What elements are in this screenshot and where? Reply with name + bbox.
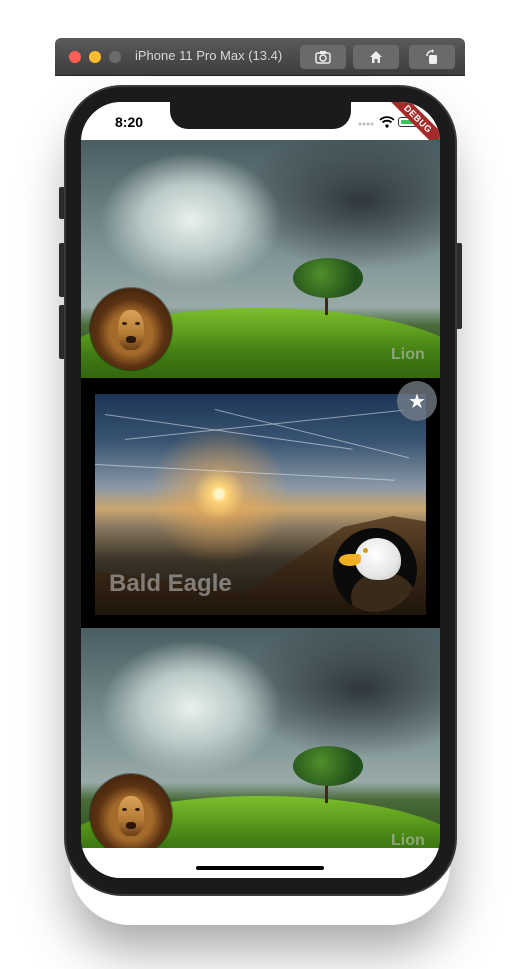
tree-crown bbox=[293, 258, 363, 298]
camera-icon bbox=[315, 51, 331, 64]
home-icon bbox=[370, 51, 382, 63]
simulator-toolbar: iPhone 11 Pro Max (13.4) bbox=[55, 38, 465, 75]
rotate-button[interactable] bbox=[409, 45, 455, 69]
lion-avatar bbox=[90, 288, 172, 370]
status-time: 8:20 bbox=[115, 114, 144, 130]
favorite-button[interactable]: ★ bbox=[397, 381, 437, 421]
status-bar: 8:20 DEBUG bbox=[81, 102, 440, 157]
screenshot-button[interactable] bbox=[300, 45, 346, 69]
lion-avatar bbox=[90, 774, 172, 848]
card-lion-top[interactable]: Lion bbox=[81, 140, 440, 378]
card-label: Bald Eagle bbox=[109, 570, 232, 597]
rotate-icon bbox=[426, 49, 437, 64]
card-list[interactable]: Lion Bald Eagle Lion ★ bbox=[81, 140, 440, 848]
tree-crown bbox=[293, 746, 363, 786]
phone-screen: 8:20 DEBUG Lion Bald Eagle Lion ★ bbox=[81, 102, 440, 878]
wifi-icon bbox=[379, 116, 395, 128]
close-window-button[interactable] bbox=[69, 51, 81, 63]
star-icon: ★ bbox=[408, 390, 426, 413]
zoom-window-button[interactable] bbox=[109, 51, 121, 63]
home-indicator[interactable] bbox=[196, 866, 324, 870]
card-lion-bottom[interactable]: Lion bbox=[81, 628, 440, 848]
signal-icon bbox=[358, 122, 374, 126]
home-indicator-area bbox=[81, 848, 440, 878]
card-bald-eagle[interactable]: Bald Eagle bbox=[95, 394, 426, 615]
eagle-avatar bbox=[333, 528, 417, 612]
simulator-title: iPhone 11 Pro Max (13.4) bbox=[135, 48, 283, 63]
home-button[interactable] bbox=[353, 45, 399, 69]
notch bbox=[170, 102, 351, 129]
minimize-window-button[interactable] bbox=[89, 51, 101, 63]
card-label: Lion bbox=[391, 346, 425, 363]
card-label: Lion bbox=[391, 832, 425, 848]
